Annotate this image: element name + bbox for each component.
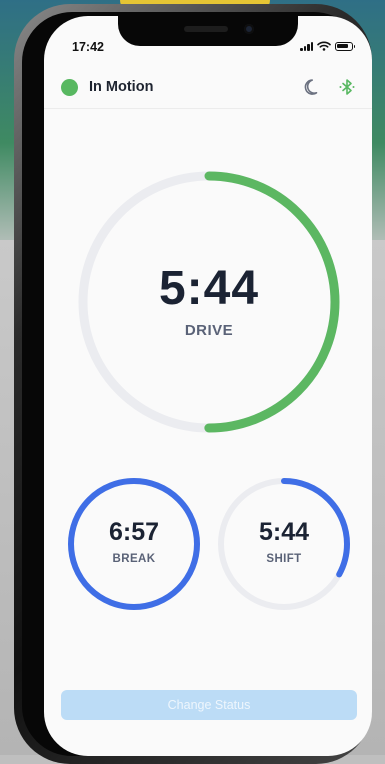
break-time-value: 6:57 (108, 518, 160, 546)
gauges-layer (68, 171, 350, 610)
shift-label: SHIFT (266, 553, 302, 565)
app-screen: 17:42 In Motion 5:44 DRIVE 6:57 BREAK 5:… (44, 16, 372, 756)
change-status-button[interactable]: Change Status (61, 690, 357, 720)
break-label: BREAK (112, 553, 156, 565)
shift-time-value: 5:44 (258, 518, 310, 546)
drive-label: DRIVE (184, 322, 234, 339)
drive-time-value: 5:44 (158, 262, 260, 315)
